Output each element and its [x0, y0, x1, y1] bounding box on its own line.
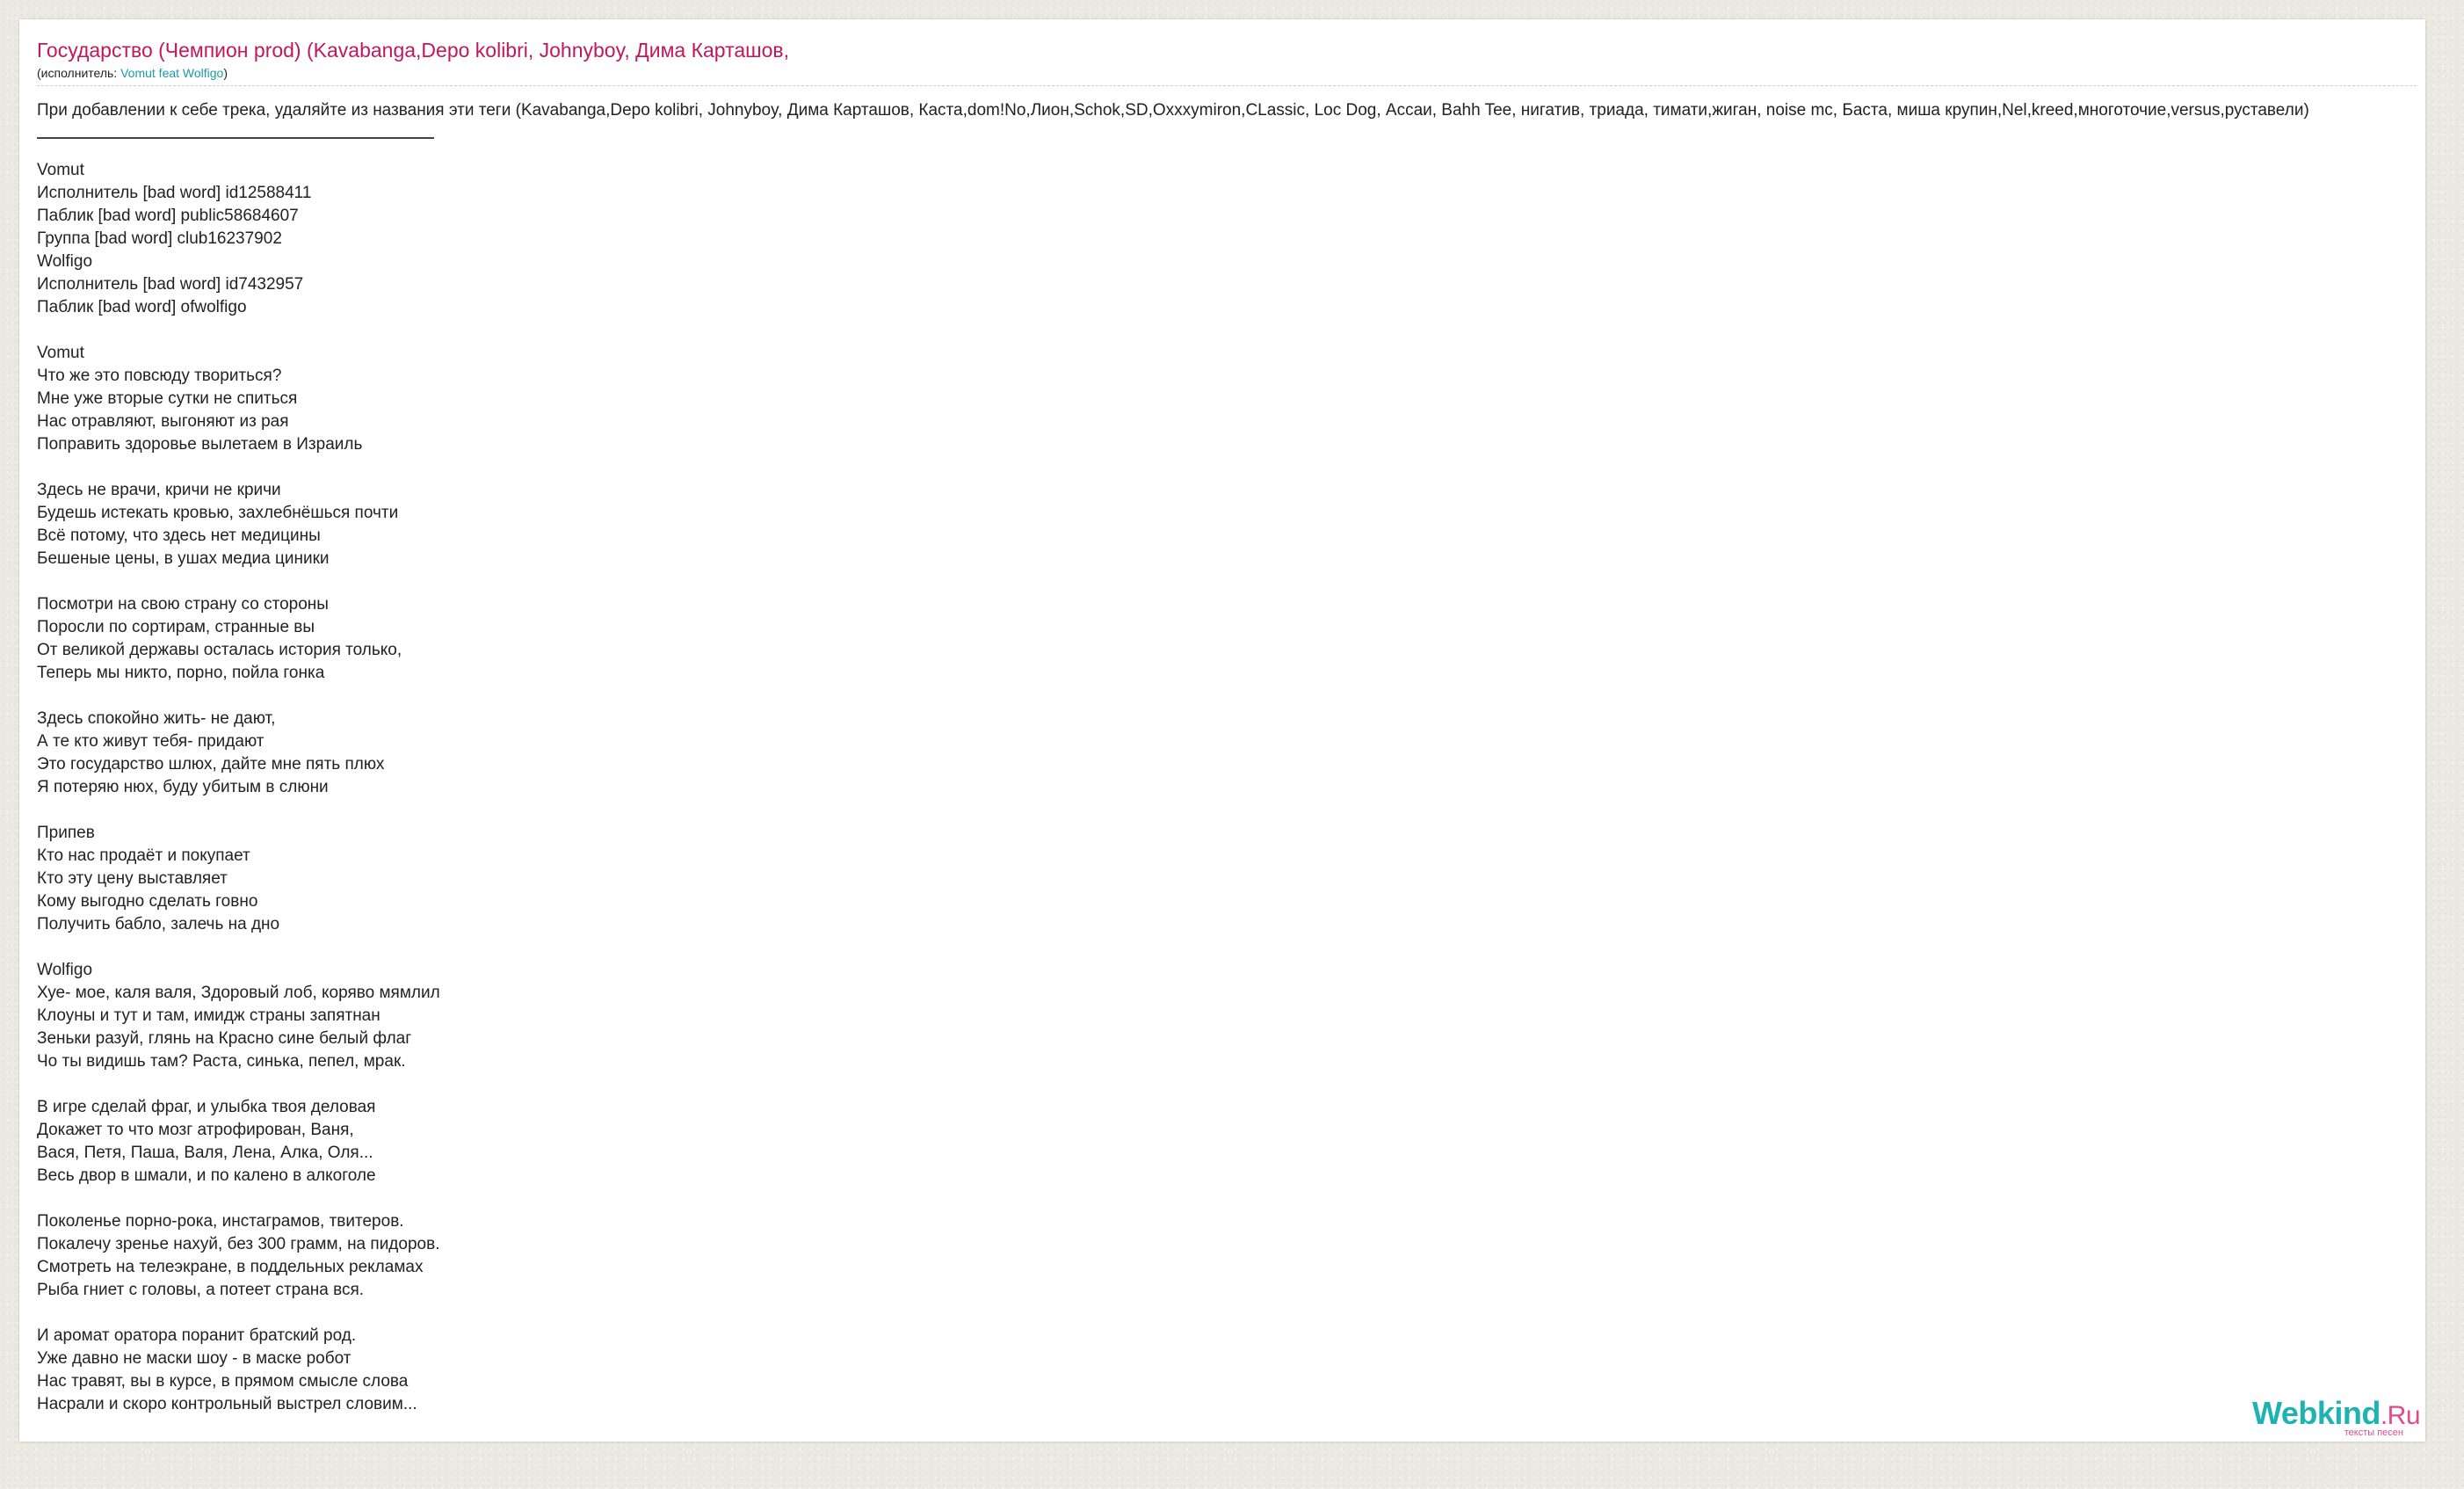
- lyrics-line: От великой державы осталась история толь…: [37, 641, 402, 659]
- lyrics-blank-line: [37, 319, 2425, 342]
- lyrics-blank-line: [37, 936, 2425, 959]
- lyrics-line: Докажет то что мозг атрофирован, Ваня,: [37, 1121, 354, 1139]
- lyrics-line: Wolfigo: [37, 252, 93, 271]
- lyrics-line: Смотреть на телеэкране, в поддельных рек…: [37, 1258, 424, 1276]
- performer-close: ): [223, 66, 228, 80]
- lyrics-line: Посмотри на свою страну со стороны: [37, 595, 329, 614]
- lyrics-line: Припев: [37, 824, 95, 842]
- lyrics-line: Рыба гниет с головы, а потеет страна вся…: [37, 1281, 365, 1299]
- webkind-logo[interactable]: Webkind.Ru тексты песен: [2252, 1395, 2428, 1439]
- lyrics-line: Бешеные цены, в ушах медиа циники: [37, 549, 330, 568]
- lyrics-line: Wolfigo: [37, 961, 93, 979]
- lyrics-line: Поколенье порно-рока, инстаграмов, твите…: [37, 1212, 404, 1231]
- performer-label: (исполнитель:: [37, 66, 121, 80]
- lyrics-line: Нас отравляют, выгоняют из рая: [37, 412, 289, 431]
- lyrics-line: Исполнитель [bad word] id12588411: [37, 184, 312, 202]
- dotted-divider: [37, 85, 2417, 86]
- horizontal-rule: [37, 137, 434, 139]
- lyrics-blank-line: [37, 799, 2425, 822]
- lyrics-text: Vomut Исполнитель [bad word] id12588411 Па…: [37, 159, 2425, 1416]
- lyrics-line: Кому выгодно сделать говно: [37, 892, 258, 911]
- lyrics-line: Вася, Петя, Паша, Валя, Лена, Алка, Оля.…: [37, 1144, 373, 1162]
- lyrics-line: Уже давно не маски шоу - в маске робот: [37, 1349, 351, 1368]
- lyrics-line: Исполнитель [bad word] id7432957: [37, 275, 304, 294]
- lyrics-line: Мне уже вторые сутки не спиться: [37, 389, 298, 408]
- lyrics-line: Всё потому, что здесь нет медицины: [37, 527, 321, 545]
- lyrics-line: А те кто живут тебя- придают: [37, 732, 265, 751]
- lyrics-line: Поправить здоровье вылетаем в Израиль: [37, 435, 363, 454]
- performer-line: (исполнитель: Vomut feat Wolfigo): [37, 65, 2425, 81]
- lyrics-line: Насрали и скоро контрольный выстрел слов…: [37, 1395, 417, 1413]
- lyrics-line: Теперь мы никто, порно, пойла гонка: [37, 664, 325, 682]
- lyrics-line: Паблик [bad word] public58684607: [37, 207, 299, 225]
- lyrics-line: Хуе- мое, каля валя, Здоровый лоб, коряв…: [37, 984, 440, 1002]
- song-content: Государство (Чемпион prod) (Kavabanga,De…: [37, 35, 2425, 1416]
- lyrics-line: Группа [bad word] club16237902: [37, 229, 282, 248]
- lyrics-line: Здесь не врачи, кричи не кричи: [37, 481, 281, 499]
- lyrics-line: Кто нас продаёт и покупает: [37, 846, 250, 865]
- lyrics-line: В игре сделай фраг, и улыбка твоя делова…: [37, 1098, 376, 1116]
- lyrics-line: Нас травят, вы в курсе, в прямом смысле …: [37, 1372, 409, 1391]
- lyrics-line: Весь двор в шмали, и по калено в алкогол…: [37, 1166, 376, 1185]
- lyrics-line: И аромат оратора поранит братский род.: [37, 1326, 357, 1345]
- lyrics-line: Зеньки разуй, глянь на Красно сине белый…: [37, 1029, 412, 1048]
- content-panel: Государство (Чемпион prod) (Kavabanga,De…: [19, 19, 2425, 1442]
- performer-link[interactable]: Vomut feat Wolfigo: [120, 66, 223, 80]
- lyrics-line: Vomut: [37, 161, 84, 179]
- lyrics-blank-line: [37, 685, 2425, 708]
- logo-main-text: Webkind: [2252, 1395, 2381, 1431]
- lyrics-line: Чо ты видишь там? Раста, синька, пепел, …: [37, 1052, 406, 1071]
- song-title: Государство (Чемпион prod) (Kavabanga,De…: [37, 39, 789, 62]
- lyrics-line: Кто эту цену выставляет: [37, 869, 228, 888]
- lyrics-line: Поросли по сортирам, странные вы: [37, 618, 315, 636]
- lyrics-line: Паблик [bad word] ofwolfigo: [37, 298, 247, 316]
- lyrics-blank-line: [37, 456, 2425, 479]
- lyrics-line: Что же это повсюду твориться?: [37, 367, 282, 385]
- lyrics-blank-line: [37, 570, 2425, 593]
- tag-removal-notice: При добавлении к себе трека, удаляйте из…: [37, 101, 2309, 120]
- lyrics-line: Здесь спокойно жить- не дают,: [37, 709, 276, 728]
- lyrics-line: Это государство шлюх, дайте мне пять плю…: [37, 755, 385, 774]
- lyrics-line: Я потеряю нюх, буду убитым в слюни: [37, 778, 329, 796]
- lyrics-line: Vomut: [37, 344, 84, 362]
- lyrics-blank-line: [37, 1302, 2425, 1325]
- lyrics-blank-line: [37, 1188, 2425, 1210]
- lyrics-line: Клоуны и тут и там, имидж страны запятна…: [37, 1006, 380, 1025]
- logo-suffix: .Ru: [2380, 1401, 2421, 1430]
- lyrics-blank-line: [37, 1073, 2425, 1096]
- lyrics-line: Будешь истекать кровью, захлебнёшься поч…: [37, 504, 399, 522]
- logo-tagline: тексты песен: [2344, 1427, 2403, 1438]
- lyrics-line: Покалечу зренье нахуй, без 300 грамм, на…: [37, 1235, 440, 1253]
- lyrics-line: Получить бабло, залечь на дно: [37, 915, 280, 933]
